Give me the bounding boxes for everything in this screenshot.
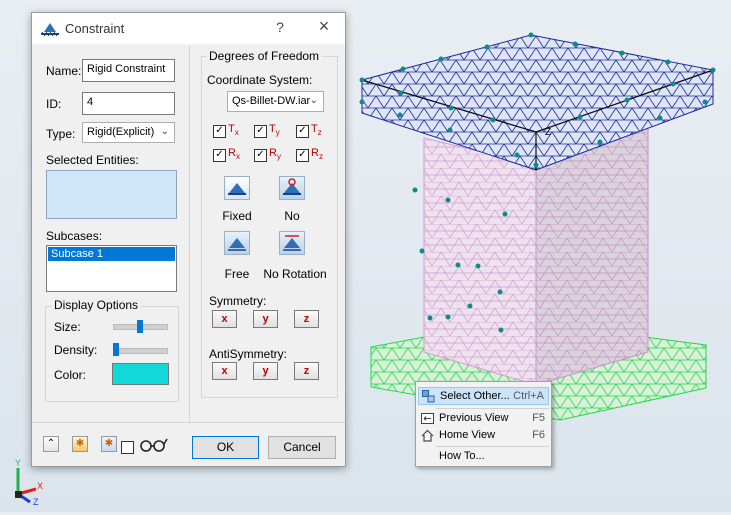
symmetry-x-button[interactable]: x xyxy=(212,310,237,328)
symmetry-label: Symmetry: xyxy=(209,294,267,308)
name-field[interactable]: Rigid Constraint xyxy=(82,59,175,82)
tz-label: Tz xyxy=(311,123,322,138)
size-slider-thumb[interactable] xyxy=(136,320,143,333)
menu-item-shortcut: F6 xyxy=(532,429,545,441)
size-label: Size: xyxy=(54,320,81,334)
menu-item-label: Select Other... xyxy=(440,390,510,402)
coordinate-system-select[interactable]: Qs-Billet-DW.iar ⌄ xyxy=(227,91,324,112)
context-menu: Select Other... Ctrl+A Previous View F5 … xyxy=(415,381,552,467)
coordinate-system-label: Coordinate System: xyxy=(207,73,313,87)
no-button[interactable] xyxy=(279,176,305,200)
menu-item-how-to[interactable]: How To... xyxy=(418,448,549,466)
tx-checkbox[interactable]: ✓ xyxy=(213,125,226,138)
menu-item-shortcut: F5 xyxy=(532,412,545,424)
id-field[interactable]: 4 xyxy=(82,92,175,115)
density-label: Density: xyxy=(54,343,98,357)
glasses-icon[interactable] xyxy=(138,436,168,454)
density-slider[interactable] xyxy=(113,348,168,354)
chevron-down-icon: ⌄ xyxy=(309,95,318,106)
tx-label: Tx xyxy=(228,123,239,138)
name-label: Name: xyxy=(46,64,82,78)
no-translation-icon xyxy=(283,178,301,195)
selected-entities-box[interactable] xyxy=(46,170,177,219)
type-select-value: Rigid(Explicit) xyxy=(87,126,155,138)
column-separator xyxy=(189,46,190,422)
type-select[interactable]: Rigid(Explicit) ⌄ xyxy=(82,122,175,143)
color-label: Color: xyxy=(54,368,87,382)
rz-label: Rz xyxy=(311,147,323,162)
ok-button[interactable]: OK xyxy=(192,436,259,459)
triad-z-label: Z xyxy=(33,497,39,506)
triad-y-label: Y xyxy=(15,458,21,468)
ty-label: Ty xyxy=(269,123,280,138)
dof-title: Degrees of Freedom xyxy=(206,49,323,63)
previous-view-icon xyxy=(421,413,434,424)
preview-checkbox[interactable] xyxy=(121,441,134,454)
close-button[interactable]: × xyxy=(314,16,334,37)
display-options-title: Display Options xyxy=(51,298,142,312)
selected-entities-label: Selected Entities: xyxy=(46,153,139,167)
density-slider-thumb[interactable] xyxy=(113,343,119,356)
no-rotation-button[interactable] xyxy=(279,231,305,255)
fixed-icon xyxy=(228,183,246,195)
help-button[interactable]: ? xyxy=(272,19,288,35)
double-chevron-up-icon: ⌃ xyxy=(46,438,56,449)
cancel-button[interactable]: Cancel xyxy=(268,436,336,459)
menu-item-select-other[interactable]: Select Other... Ctrl+A xyxy=(418,387,549,405)
dialog-title: Constraint xyxy=(65,21,125,36)
coordinate-system-value: Qs-Billet-DW.iar xyxy=(232,95,311,107)
menu-item-shortcut: Ctrl+A xyxy=(513,390,544,402)
column-right-face xyxy=(535,127,649,386)
no-label: No xyxy=(284,209,300,223)
menu-item-previous-view[interactable]: Previous View F5 xyxy=(418,410,549,428)
sun-icon: ✱ xyxy=(75,438,85,449)
face-label: Z xyxy=(545,127,551,138)
menu-item-label: Home View xyxy=(439,429,496,441)
antisymmetry-z-button[interactable]: z xyxy=(294,362,319,380)
free-icon xyxy=(228,238,246,251)
symmetry-z-button[interactable]: z xyxy=(294,310,319,328)
column-left-face xyxy=(423,137,537,386)
id-label: ID: xyxy=(46,97,62,111)
fixed-label: Fixed xyxy=(222,209,252,223)
triad-x-label: X xyxy=(37,481,43,491)
rx-label: Rx xyxy=(228,147,240,162)
sun-icon: ✱ xyxy=(104,438,114,449)
menu-separator xyxy=(436,408,549,409)
antisymmetry-label: AntiSymmetry: xyxy=(209,347,288,361)
menu-item-home-view[interactable]: Home View F6 xyxy=(418,427,549,445)
symmetry-y-button[interactable]: y xyxy=(253,310,278,328)
free-button[interactable] xyxy=(224,231,250,255)
free-label: Free xyxy=(224,267,250,281)
ry-label: Ry xyxy=(269,147,281,162)
subcases-list[interactable]: Subcase 1 xyxy=(46,245,177,292)
rx-checkbox[interactable]: ✓ xyxy=(213,149,226,162)
chevron-down-icon: ⌄ xyxy=(160,126,169,137)
no-rotation-icon xyxy=(283,235,301,251)
rz-checkbox[interactable]: ✓ xyxy=(296,149,309,162)
fixed-button[interactable] xyxy=(224,176,250,200)
menu-item-label: Previous View xyxy=(439,412,509,424)
dialog-titlebar[interactable]: Constraint ? × xyxy=(32,13,345,44)
menu-separator xyxy=(436,446,549,447)
ry-checkbox[interactable]: ✓ xyxy=(254,149,267,162)
highlight-all-button[interactable]: ✱ xyxy=(101,436,117,452)
color-swatch[interactable] xyxy=(112,363,169,385)
tz-checkbox[interactable]: ✓ xyxy=(296,125,309,138)
type-label: Type: xyxy=(46,127,76,141)
footer-divider xyxy=(32,422,345,423)
antisymmetry-x-button[interactable]: x xyxy=(212,362,237,380)
ty-checkbox[interactable]: ✓ xyxy=(254,125,267,138)
menu-item-label: How To... xyxy=(439,450,485,462)
collapse-button[interactable]: ⌃ xyxy=(43,436,59,452)
constraint-icon xyxy=(41,23,59,37)
select-other-icon xyxy=(422,390,435,403)
subcase-item[interactable]: Subcase 1 xyxy=(48,247,175,261)
subcases-label: Subcases: xyxy=(46,229,103,243)
antisymmetry-y-button[interactable]: y xyxy=(253,362,278,380)
highlight-button[interactable]: ✱ xyxy=(72,436,88,452)
home-icon xyxy=(421,429,434,442)
constraint-dialog: Constraint ? × Name: Rigid Constraint ID… xyxy=(31,12,346,467)
no-rotation-label: No Rotation xyxy=(263,267,327,281)
